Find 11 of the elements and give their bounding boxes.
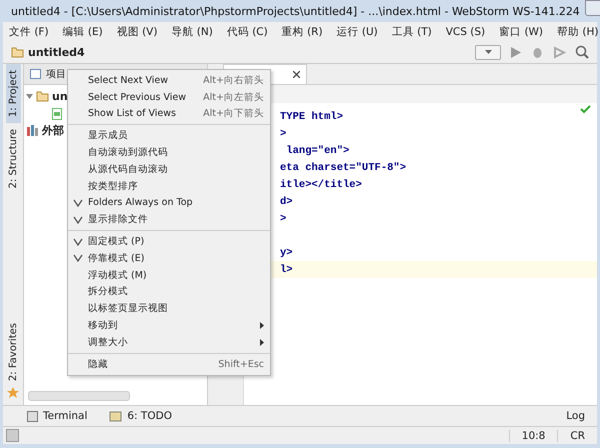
- code-line: lang="en">: [285, 144, 350, 156]
- code-line: >: [280, 212, 286, 224]
- code-line: d>: [280, 196, 293, 208]
- code-line: TYPE html>: [280, 110, 344, 122]
- code-line: eta charset="UTF-8">: [280, 162, 406, 174]
- panel-title: 项目: [46, 68, 66, 81]
- code-line: >: [280, 128, 286, 140]
- code-line: y>: [280, 246, 293, 258]
- window-title: untitled4 - [C:\Users\Administrator\PhpstormProjects\untitled4] - ...\index.html - WebStorm WS-141.224: [11, 4, 580, 18]
- code-line: itle></title>: [280, 178, 362, 190]
- code-line: l>: [280, 264, 293, 276]
